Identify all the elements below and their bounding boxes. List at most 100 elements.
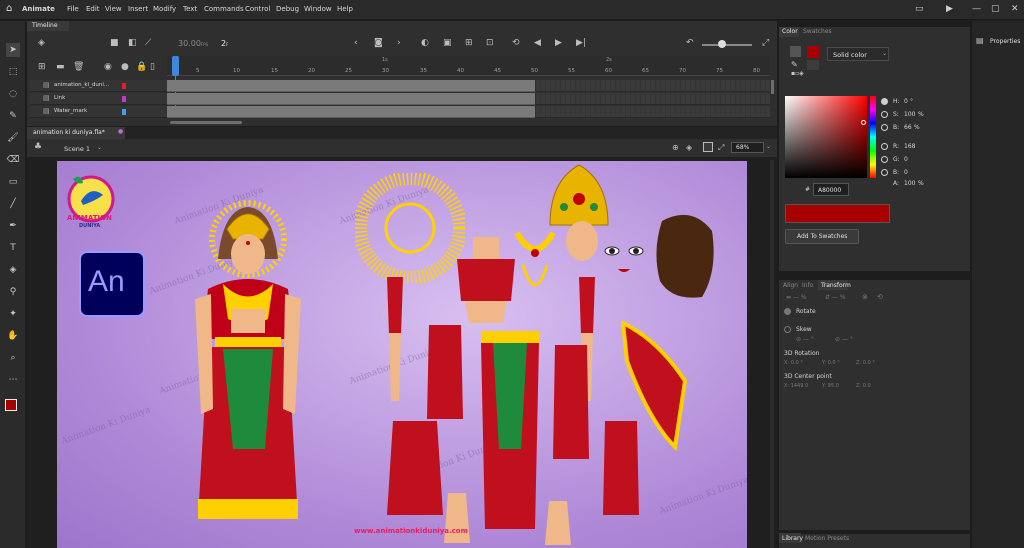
brush-tool-icon[interactable]: 🖌 [6,131,20,145]
workspace-icon[interactable]: ▭ [915,4,924,14]
line-tool-icon[interactable]: ╱ [6,197,20,211]
empty-frames[interactable] [536,93,770,105]
eyes-part[interactable] [602,239,646,279]
visibility-icon[interactable]: ● [121,62,129,72]
home-icon[interactable]: ⌂ [6,3,12,14]
close-icon[interactable]: ✕ [1011,4,1019,14]
layer-frames[interactable] [167,80,535,92]
timeline-scrollbar[interactable] [170,121,242,124]
stroke-color-swatch[interactable] [5,399,17,411]
blue-value[interactable]: 0 [904,169,908,176]
pencil-tool-icon[interactable]: ✎ [6,109,20,123]
skirt-part[interactable] [551,343,591,463]
undo-icon[interactable]: ↶ [686,38,694,48]
add-to-swatches-button[interactable]: Add To Swatches [785,229,859,244]
eyedropper-tool-icon[interactable]: ⚲ [6,285,20,299]
maximize-icon[interactable]: ▢ [991,4,1000,14]
g-value[interactable]: 0 [904,156,908,163]
pen-tool-icon[interactable]: ✒ [6,219,20,233]
motion-presets-tab[interactable]: Motion Presets [805,535,849,542]
fps-value[interactable]: 30.00FPS [178,39,208,48]
saturation-brightness-picker[interactable] [785,96,867,178]
fill-swatch[interactable] [807,46,819,58]
torso-part[interactable] [455,235,517,325]
menu-window[interactable]: Window [304,5,332,13]
menu-text[interactable]: Text [183,5,197,13]
swap-colors-icon[interactable]: ▪▫◈ [791,70,804,77]
new-layer-icon[interactable]: ⊞ [38,62,46,72]
menu-edit[interactable]: Edit [86,5,100,13]
more-tools-icon[interactable]: ⋯ [6,373,20,387]
b-value[interactable]: 66 [904,124,912,131]
s-radio[interactable] [881,111,888,118]
layer-color-marker[interactable] [122,96,126,102]
stage-v-scrollbar[interactable] [770,160,774,548]
properties-icon[interactable]: ▤ [976,36,984,45]
bucket-icon[interactable]: ◈ [686,143,692,152]
r-radio[interactable] [881,143,888,150]
menu-modify[interactable]: Modify [153,5,176,13]
layer-color-marker[interactable] [122,83,126,89]
zoom-tool-icon[interactable]: ⌕ [6,351,20,365]
document-tab[interactable]: animation ki duniya.fla* ● [27,127,125,139]
center-x[interactable]: X: 1449.0 [784,383,808,389]
minimize-icon[interactable]: — [972,4,981,14]
graph-icon[interactable]: ⟋ [145,38,151,48]
layer-row[interactable]: ▤ Water_mark [30,106,167,118]
insert-keyframe-icon[interactable]: ◙ [374,38,383,48]
layer-row[interactable]: ▤ animation_ki_duni... [30,80,167,92]
selection-tool-icon[interactable]: ➤ [6,43,20,57]
menu-help[interactable]: Help [337,5,353,13]
stroke-swatch-icon[interactable] [790,46,801,57]
skew-h-icon[interactable]: ⊘ — ° [796,336,814,343]
layer-depth-icon[interactable]: ◧ [128,38,137,48]
info-tab[interactable]: Info [802,282,813,289]
current-frame[interactable]: 2F [221,39,228,48]
scale-width-icon[interactable]: ⇹ — % [786,294,807,301]
transform-tab[interactable]: Transform [818,280,851,290]
properties-label[interactable]: Properties [990,38,1020,45]
hand-tool-icon[interactable]: ✋ [6,329,20,343]
skirt-part[interactable] [385,419,445,519]
layer-frames[interactable] [167,106,535,118]
r-value[interactable]: 168 [904,143,915,150]
rotation-y[interactable]: Y: 0.0 ° [822,360,840,366]
fast-forward-icon[interactable]: ▶| [576,38,586,48]
new-folder-icon[interactable]: ▬ [56,62,65,72]
rectangle-tool-icon[interactable]: ▭ [6,175,20,189]
color-tab[interactable]: Color [779,27,799,37]
edit-multiple-icon[interactable]: ▣ [443,38,452,48]
hair-part[interactable] [652,211,718,301]
rewind-icon[interactable]: ◀ [534,38,541,48]
swatches-tab[interactable]: Swatches [803,28,832,35]
menu-debug[interactable]: Debug [276,5,299,13]
picker-cursor[interactable] [861,120,866,125]
stroke-color-box[interactable] [807,60,819,70]
center-z[interactable]: Z: 0.0 [856,383,871,389]
camera-icon[interactable]: ■ [110,38,119,48]
menu-insert[interactable]: Insert [128,5,148,13]
scene-icon[interactable]: ♣ [34,142,42,152]
blue-radio[interactable] [881,169,888,176]
frame-range-icon[interactable]: ⊞ [465,38,473,48]
menu-view[interactable]: View [105,5,122,13]
rotate-radio[interactable] [784,308,791,315]
paint-bucket-tool-icon[interactable]: ◈ [6,263,20,277]
skirt-part[interactable] [475,329,545,529]
text-tool-icon[interactable]: T [6,241,20,255]
scene-label[interactable]: Scene 1 [64,145,90,153]
loop-icon[interactable]: ⟲ [512,38,520,48]
center-stage-icon[interactable]: ⊕ [672,143,679,152]
halo-part[interactable] [355,173,465,283]
layers-icon[interactable]: ◈ [38,38,45,48]
h-radio[interactable] [881,98,888,105]
timeline-v-scrollbar[interactable] [771,80,774,94]
delete-layer-icon[interactable]: 🗑 [73,62,84,72]
arm-part[interactable] [383,275,407,405]
foot-part[interactable] [442,491,472,547]
g-radio[interactable] [881,156,888,163]
playhead[interactable] [172,56,179,76]
menu-control[interactable]: Control [245,5,270,13]
empty-frames[interactable] [536,80,770,92]
fill-type-dropdown[interactable]: Solid color ⌄ [827,47,889,61]
